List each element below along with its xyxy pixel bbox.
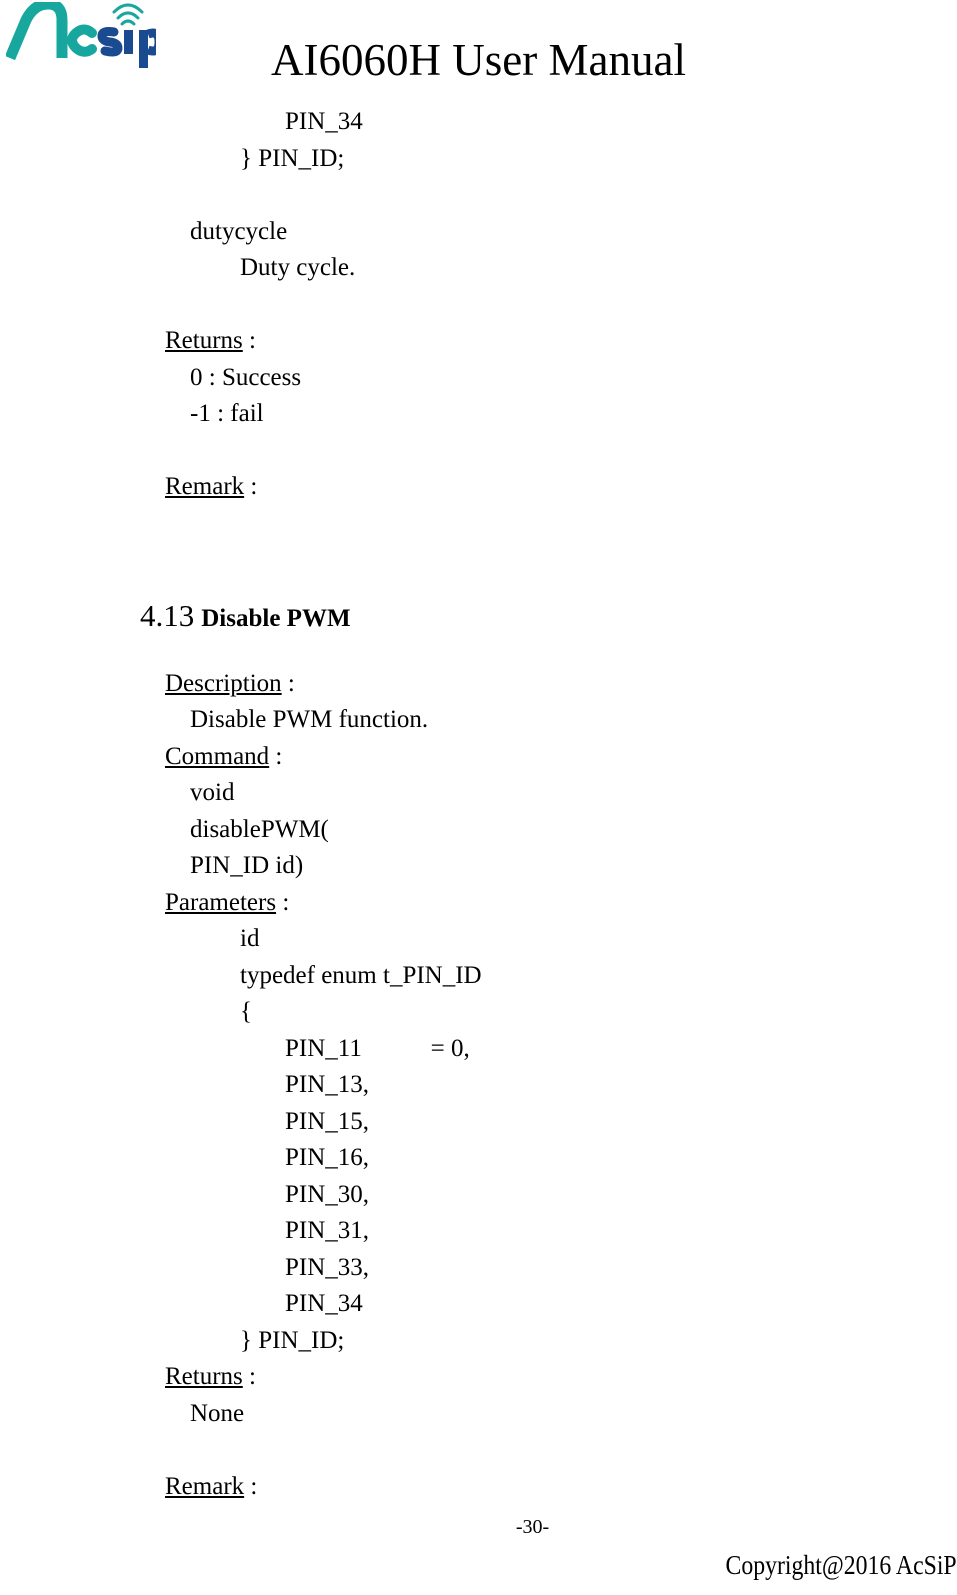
field-label: Description [165, 669, 282, 697]
text-line: PIN_15, [285, 1107, 370, 1135]
text-line: disablePWM( [190, 815, 329, 843]
field-label: Remark [165, 473, 245, 500]
text-line: Parameters : [0, 885, 957, 922]
text-line [0, 433, 957, 470]
text-line: PIN_13, [285, 1071, 370, 1098]
text-line: -1 : fail [190, 400, 264, 427]
text-line: PIN_ID id) [190, 852, 304, 879]
page-number: -30- [515, 1516, 550, 1538]
text-line: PIN_34 [285, 1290, 363, 1317]
text-line: dutycycle [190, 217, 288, 245]
text-line: PIN_33, [285, 1253, 370, 1281]
text-line: Command : [0, 739, 957, 776]
section-heading: 4.13 Disable PWM [140, 598, 351, 634]
text-line: { [240, 998, 252, 1025]
text-line: Remark : [0, 469, 957, 506]
field-label-colon: : [242, 1363, 256, 1390]
text-line [0, 287, 957, 324]
text-line: id [240, 925, 260, 952]
text-line: Returns : [0, 323, 957, 360]
text-line [0, 177, 957, 214]
field-label: Remark [165, 1472, 245, 1500]
text-line: PIN_11 = 0, [285, 1034, 470, 1062]
field-label-colon: : [281, 669, 295, 697]
text-line: Remark : [0, 1469, 957, 1506]
text-line: 0 : Success [190, 363, 302, 391]
field-label-colon: : [276, 888, 290, 916]
body-block-bottom: Description : Disable PWM function. Comman… [0, 666, 957, 1506]
heading-spacer [0, 506, 957, 666]
text-line: PIN_16, [285, 1144, 370, 1171]
text-line: Returns : [0, 1359, 957, 1396]
text-line: void [190, 779, 235, 806]
wifi-arc-medium-icon [116, 11, 140, 20]
field-label: Returns [165, 327, 243, 354]
body-block-top: PIN_34 } PIN_ID; dutycycle Duty cycle. Ret… [0, 104, 957, 506]
text-line: typedef enum t_PIN_ID [240, 961, 482, 989]
field-label: Parameters [165, 888, 277, 916]
field-label: Command [165, 742, 270, 770]
text-line: Disable PWM function. [190, 706, 429, 733]
document-body: PIN_34 } PIN_ID; dutycycle Duty cycle. Ret… [0, 104, 957, 1505]
text-line [0, 1432, 957, 1469]
field-label-colon: : [242, 327, 256, 354]
text-line: PIN_30, [285, 1180, 370, 1208]
text-line: Duty cycle. [240, 254, 356, 281]
field-label-colon: : [269, 742, 283, 770]
text-line: } PIN_ID; [240, 1326, 345, 1354]
wifi-arc-small-icon [120, 19, 136, 26]
copyright-notice: Copyright@2016 AcSiP [725, 1550, 957, 1580]
text-line: } PIN_ID; [240, 144, 345, 172]
page-title: AI6060H User Manual [271, 35, 686, 85]
wifi-arc-large-icon [112, 3, 144, 14]
text-line: None [190, 1399, 245, 1427]
text-line: PIN_34 [285, 108, 363, 135]
section-title: Disable PWM [201, 605, 351, 632]
field-label-colon: : [244, 1472, 258, 1500]
section-number: 4.13 [140, 598, 195, 633]
field-label: Returns [165, 1363, 243, 1390]
field-label-colon: : [244, 473, 258, 500]
text-line: Description : [0, 666, 957, 703]
text-line: PIN_31, [285, 1217, 370, 1244]
